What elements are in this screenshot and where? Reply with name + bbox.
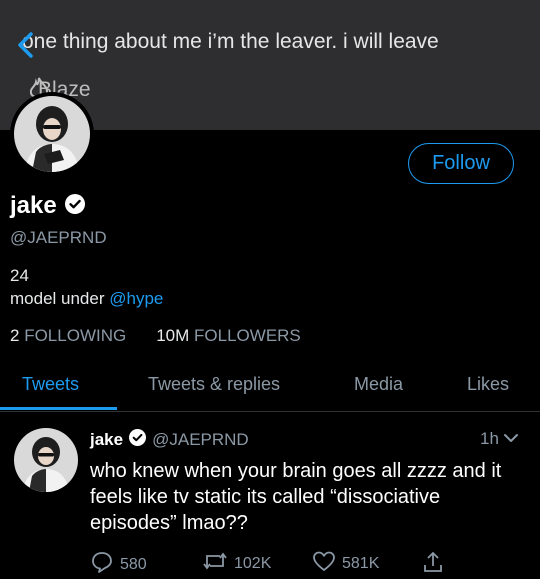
retweet-count: 102K	[234, 554, 272, 572]
share-button[interactable]	[422, 550, 444, 579]
tweet-actions: 580 102K 581K	[0, 550, 540, 576]
reply-icon	[90, 550, 114, 579]
tweet-text: who knew when your brain goes all zzzz a…	[90, 460, 502, 534]
tweet-header: jake @JAEPRND	[90, 429, 249, 451]
profile-handle: @JAEPRND	[10, 228, 107, 247]
profile-avatar[interactable]	[10, 92, 94, 176]
tab-likes[interactable]: Likes	[467, 374, 509, 395]
like-button[interactable]: 581K	[312, 550, 379, 577]
back-chevron-icon	[18, 32, 33, 58]
reply-button[interactable]: 580	[90, 550, 147, 579]
active-tab-indicator	[0, 407, 117, 410]
tweet-author-handle: @JAEPRND	[152, 430, 249, 449]
following-label: FOLLOWING	[24, 326, 127, 345]
tab-tweets[interactable]: Tweets	[22, 374, 79, 395]
bio-line-age: 24	[10, 266, 29, 285]
profile-display-name: jake	[10, 192, 57, 219]
follow-button[interactable]: Follow	[408, 143, 514, 184]
following-count: 2	[10, 326, 20, 345]
tweet-timestamp: 1h	[480, 429, 499, 448]
tweet-avatar[interactable]	[14, 428, 78, 492]
chevron-down-icon[interactable]	[503, 429, 519, 449]
tweet-author-name[interactable]: jake	[90, 430, 123, 450]
tab-tweets-replies[interactable]: Tweets & replies	[148, 374, 280, 395]
bio-mention-link[interactable]: @hype	[109, 289, 163, 308]
share-icon	[422, 550, 444, 579]
verified-badge-icon	[64, 193, 85, 219]
tweet-time-row: 1h	[480, 429, 519, 449]
following-stat[interactable]: 2 FOLLOWING	[10, 326, 126, 346]
followers-label: FOLLOWERS	[194, 326, 301, 345]
retweet-icon	[202, 550, 228, 577]
like-count: 581K	[342, 554, 380, 572]
profile-name-row: jake	[10, 192, 85, 220]
banner-quote: one thing about me i’m the leaver. i wil…	[22, 30, 439, 53]
followers-stat[interactable]: 10M FOLLOWERS	[156, 326, 301, 346]
bio-line-model: model under @hype	[10, 289, 163, 309]
back-button[interactable]	[14, 30, 36, 60]
tab-media[interactable]: Media	[354, 374, 403, 395]
bio-text: model under	[10, 289, 110, 308]
like-icon	[312, 550, 336, 577]
verified-badge-icon	[129, 429, 147, 451]
reply-count: 580	[120, 555, 147, 573]
followers-count: 10M	[156, 326, 190, 345]
retweet-button[interactable]: 102K	[202, 550, 271, 577]
profile-stats: 2 FOLLOWING 10M FOLLOWERS	[10, 326, 301, 346]
profile-tabs: Tweets Tweets & replies Media Likes	[0, 360, 540, 412]
